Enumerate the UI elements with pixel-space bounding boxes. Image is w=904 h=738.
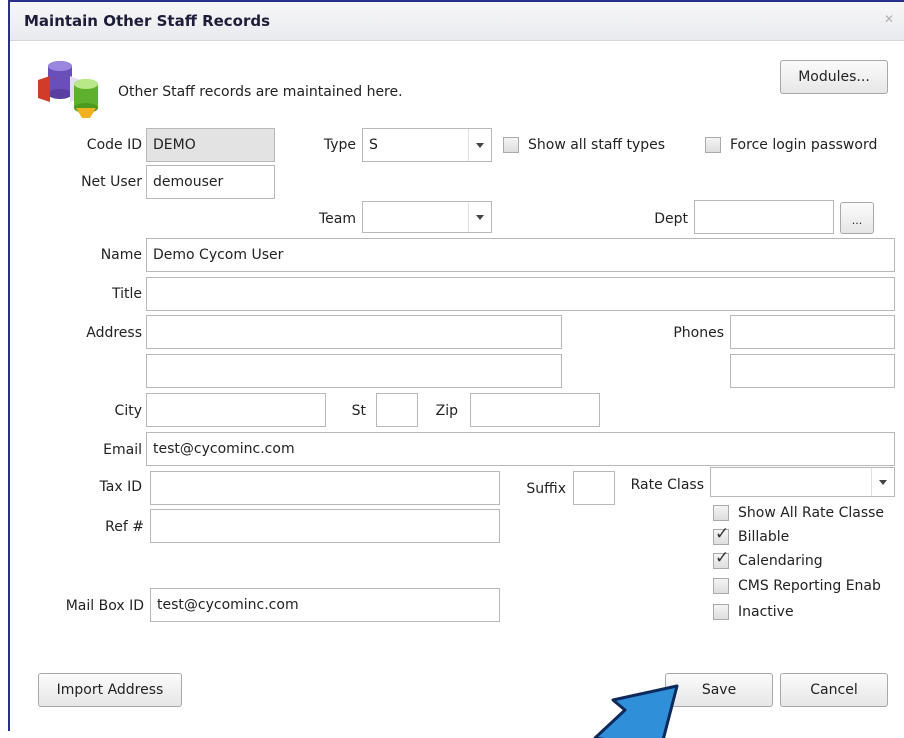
zip-field[interactable] (470, 393, 600, 427)
import-address-button[interactable]: Import Address (38, 673, 182, 707)
show-all-staff-types-label: Show all staff types (528, 137, 666, 153)
calendaring-checkbox[interactable]: ✓ (713, 548, 729, 569)
calendaring-label: Calendaring (738, 553, 823, 569)
show-all-rate-classes-label: Show All Rate Classe (738, 505, 885, 521)
email-label: Email (103, 442, 142, 458)
tax-id-field[interactable] (150, 471, 500, 505)
address-line1-field[interactable] (146, 315, 562, 349)
suffix-label: Suffix (526, 481, 566, 497)
inactive-checkbox[interactable] (713, 604, 729, 620)
phones-label: Phones (673, 325, 724, 341)
type-value: S (369, 137, 378, 153)
code-id-field[interactable]: DEMO (146, 128, 275, 162)
close-icon[interactable]: ✕ (884, 12, 894, 26)
type-label: Type (323, 137, 356, 153)
city-label: City (114, 403, 142, 419)
modules-button[interactable]: Modules... (780, 60, 888, 94)
team-label: Team (318, 211, 356, 227)
title-bar: Maintain Other Staff Records ✕ (10, 2, 904, 41)
chevron-down-icon[interactable] (871, 468, 894, 496)
window-title: Maintain Other Staff Records (24, 12, 271, 30)
checkmark-icon: ✓ (715, 548, 730, 568)
email-field[interactable]: test@cycominc.com (146, 432, 895, 466)
name-field[interactable]: Demo Cycom User (146, 238, 895, 272)
inactive-label: Inactive (738, 604, 794, 620)
checkmark-icon: ✓ (715, 524, 730, 544)
billable-checkbox[interactable]: ✓ (713, 524, 729, 545)
force-login-password-checkbox[interactable] (705, 137, 721, 153)
rate-class-label: Rate Class (630, 477, 704, 493)
dept-field[interactable] (694, 200, 834, 234)
mail-box-id-label: Mail Box ID (65, 598, 144, 614)
phone2-field[interactable] (730, 354, 895, 388)
staff-records-logo-icon (38, 61, 98, 118)
title-field[interactable] (146, 277, 895, 311)
st-label: St (351, 403, 366, 419)
city-field[interactable] (146, 393, 326, 427)
chevron-down-icon[interactable] (468, 129, 491, 161)
cancel-button[interactable]: Cancel (780, 673, 888, 707)
st-field[interactable] (376, 393, 418, 427)
show-all-rate-classes-checkbox[interactable] (713, 505, 729, 521)
phone1-field[interactable] (730, 315, 895, 349)
force-login-password-label: Force login password (730, 137, 878, 153)
suffix-field[interactable] (573, 471, 615, 505)
address-label: Address (86, 325, 142, 341)
code-id-label: Code ID (86, 137, 142, 153)
show-all-staff-types-checkbox[interactable] (503, 137, 519, 153)
mail-box-id-field[interactable]: test@cycominc.com (150, 588, 500, 622)
dept-browse-button[interactable]: ... (840, 202, 874, 234)
net-user-label: Net User (81, 174, 142, 190)
dept-label: Dept (654, 211, 688, 227)
chevron-down-icon[interactable] (468, 202, 491, 232)
rate-class-select[interactable] (710, 467, 895, 497)
description-text: Other Staff records are maintained here. (118, 84, 403, 100)
ref-label: Ref # (105, 519, 144, 535)
billable-label: Billable (738, 529, 790, 545)
net-user-field[interactable]: demouser (146, 165, 275, 199)
title-label: Title (111, 286, 142, 302)
name-label: Name (100, 247, 142, 263)
address-line2-field[interactable] (146, 354, 562, 388)
cms-reporting-label: CMS Reporting Enab (738, 578, 881, 594)
pointing-arrow-icon (593, 684, 679, 738)
team-select[interactable] (362, 201, 492, 233)
type-select[interactable]: S (362, 128, 492, 162)
ref-field[interactable] (150, 509, 500, 543)
zip-label: Zip (435, 403, 458, 419)
tax-id-label: Tax ID (99, 479, 142, 495)
cms-reporting-checkbox[interactable] (713, 578, 729, 594)
